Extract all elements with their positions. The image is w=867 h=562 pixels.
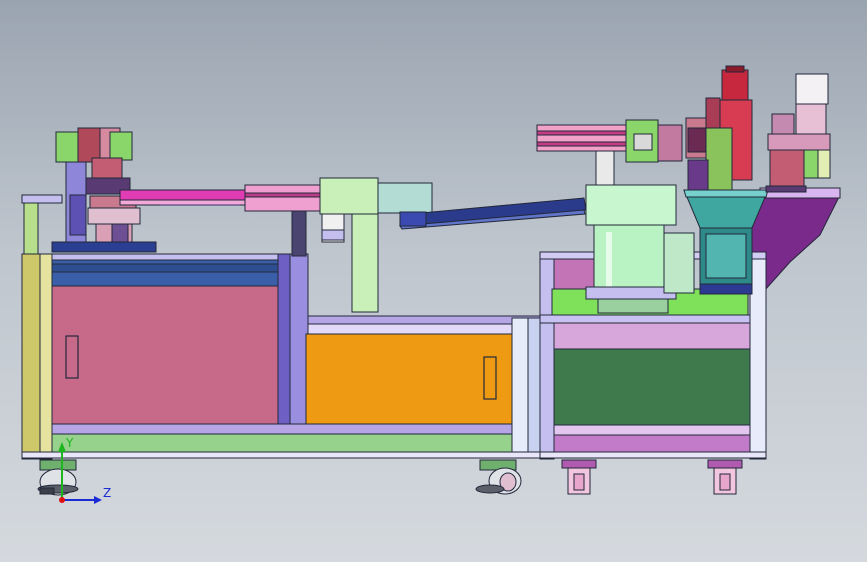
y-axis-label: Y — [66, 436, 74, 450]
machine-assembly-drawing — [21, 65, 841, 504]
caster-wheel-1 — [37, 459, 79, 496]
caster-wheel-4 — [707, 459, 743, 495]
cad-viewport[interactable]: Y Z — [0, 0, 867, 562]
right-top-clamp — [765, 73, 831, 193]
left-cabinet — [21, 194, 309, 460]
caster-wheel-2 — [475, 459, 522, 495]
caster-wheel-3 — [561, 459, 597, 495]
bottom-frame-left — [21, 423, 543, 459]
z-axis-label: Z — [103, 486, 112, 500]
middle-bracket — [319, 177, 433, 313]
